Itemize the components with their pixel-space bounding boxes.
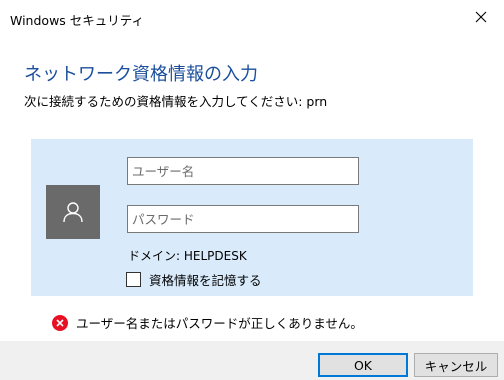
user-icon <box>63 202 83 223</box>
error-message: ユーザー名またはパスワードが正しくありません。 <box>52 313 363 332</box>
ok-button[interactable]: OK <box>318 353 408 377</box>
avatar <box>46 185 100 239</box>
credential-dialog: Windows セキュリティ ネットワーク資格情報の入力 次に接続するための資格… <box>0 0 504 380</box>
error-text: ユーザー名またはパスワードが正しくありません。 <box>76 316 363 331</box>
title-bar: Windows セキュリティ <box>0 0 504 36</box>
dialog-heading: ネットワーク資格情報の入力 <box>24 64 258 85</box>
remember-credentials-label: 資格情報を記憶する <box>149 273 262 288</box>
cancel-button[interactable]: キャンセル <box>414 353 498 377</box>
domain-label: ドメイン: HELPDESK <box>128 249 247 263</box>
window-title: Windows セキュリティ <box>10 13 145 28</box>
close-button[interactable] <box>458 0 504 34</box>
password-input[interactable] <box>127 205 359 233</box>
username-input[interactable] <box>127 157 359 185</box>
remember-credentials-checkbox[interactable]: 資格情報を記憶する <box>126 270 262 289</box>
checkbox-box[interactable] <box>126 272 141 287</box>
dialog-subheading: 次に接続するための資格情報を入力してください: prn <box>24 94 328 109</box>
close-icon <box>475 11 487 23</box>
error-icon <box>52 314 68 331</box>
